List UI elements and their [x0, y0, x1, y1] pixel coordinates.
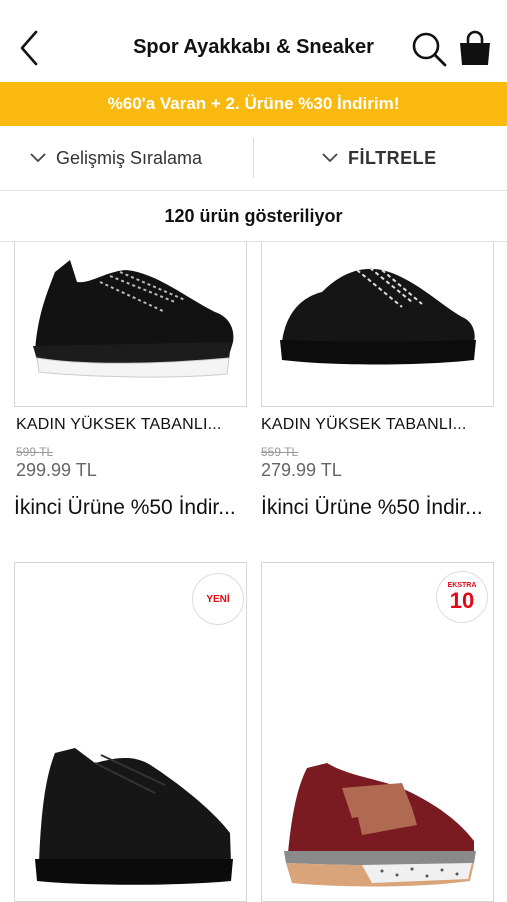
- chevron-down-icon: [30, 153, 46, 163]
- toolbar-divider: [253, 138, 254, 178]
- sort-filter-toolbar: Gelişmiş Sıralama FİLTRELE: [0, 126, 507, 191]
- product-image-sneaker: [284, 763, 476, 887]
- product-card[interactable]: YENİ: [14, 562, 247, 902]
- product-price: 299.99 TL: [16, 460, 97, 480]
- result-count: 120 ürün gösteriliyor: [0, 191, 507, 242]
- product-image-sneaker: [280, 267, 476, 365]
- product-card[interactable]: EKSTRA 10: [261, 562, 494, 902]
- sort-label: Gelişmiş Sıralama: [56, 147, 203, 168]
- product-name[interactable]: KADIN YÜKSEK TABANLI...: [16, 416, 222, 434]
- product-old-price: 559 TL: [261, 445, 299, 459]
- filter-button[interactable]: FİLTRELE: [322, 126, 437, 190]
- app-header: Spor Ayakkabı & Sneaker: [0, 0, 507, 82]
- chevron-down-icon: [322, 153, 338, 163]
- filter-label: FİLTRELE: [348, 147, 437, 168]
- search-button[interactable]: [410, 30, 448, 68]
- promo-banner[interactable]: %60'a Varan + 2. Ürüne %30 İndirim!: [0, 82, 507, 126]
- product-promo-text: İkinci Ürüne %50 İndir...: [14, 496, 236, 519]
- product-card[interactable]: [261, 242, 494, 407]
- product-old-price: 599 TL: [16, 445, 54, 459]
- product-card[interactable]: [14, 242, 247, 407]
- cart-button[interactable]: [456, 30, 494, 68]
- product-price: 279.99 TL: [261, 460, 342, 480]
- product-image-sneaker: [33, 260, 234, 378]
- product-promo-text: İkinci Ürüne %50 İndir...: [261, 496, 483, 519]
- shopping-bag-icon: [460, 30, 490, 65]
- result-count-text: 120 ürün gösteriliyor: [164, 205, 343, 226]
- product-name[interactable]: KADIN YÜKSEK TABANLI...: [261, 416, 467, 434]
- product-image-sneaker: [35, 748, 233, 885]
- sort-button[interactable]: Gelişmiş Sıralama: [30, 126, 202, 190]
- promo-banner-text: %60'a Varan + 2. Ürüne %30 İndirim!: [107, 94, 400, 113]
- search-icon: [412, 32, 447, 67]
